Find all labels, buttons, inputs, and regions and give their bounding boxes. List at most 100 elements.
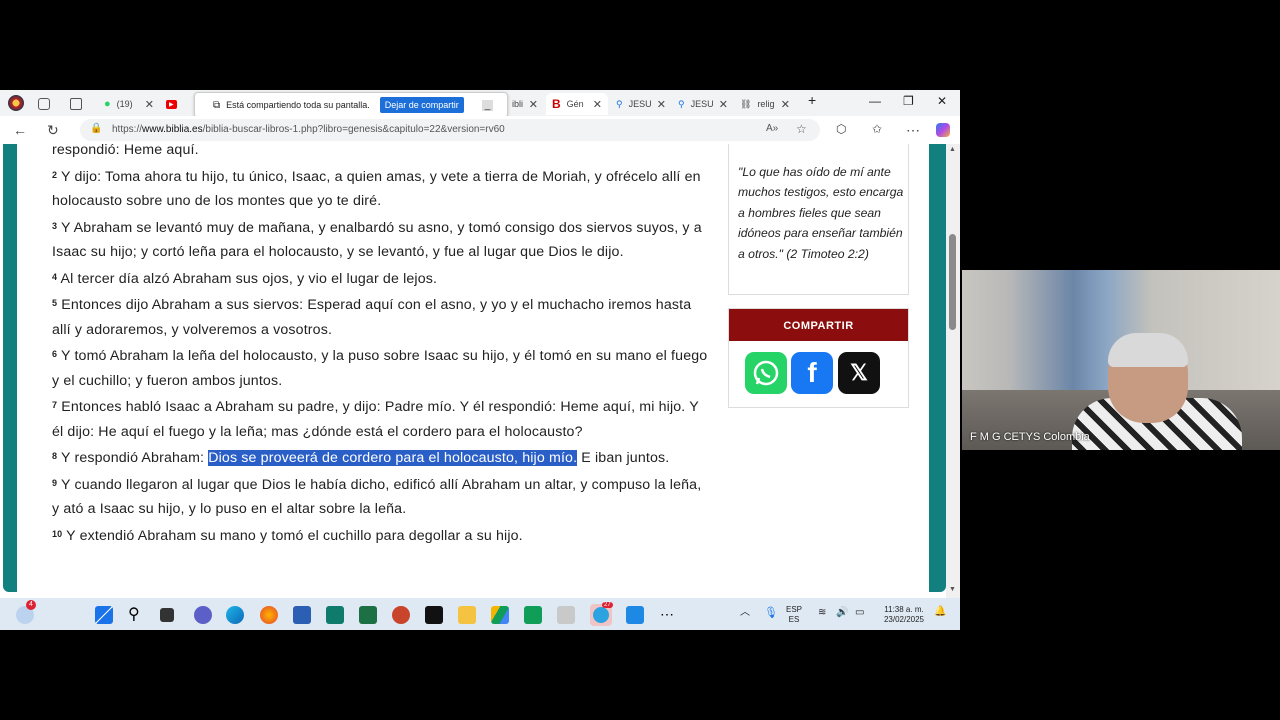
extensions-icon[interactable]: ⬡ xyxy=(836,122,846,136)
capcut-icon[interactable] xyxy=(425,606,443,624)
verse-8: 8 Y respondió Abraham: Dios se proveerá … xyxy=(52,450,670,466)
excel-icon[interactable] xyxy=(359,606,377,624)
whatsapp-share-button[interactable] xyxy=(745,352,787,394)
tab-label: Gén xyxy=(566,99,584,109)
screen-share-bar: ⧉ Está compartiendo toda su pantalla. De… xyxy=(194,92,508,118)
wifi-icon[interactable]: ≋ xyxy=(818,608,826,618)
clock[interactable]: 11:38 a. m. 23/02/2025 xyxy=(878,605,930,625)
close-icon[interactable]: ✕ xyxy=(593,98,602,111)
x-icon: 𝕏 xyxy=(850,360,868,385)
close-icon[interactable]: ✕ xyxy=(781,98,790,111)
close-window-icon[interactable]: ✕ xyxy=(937,94,947,108)
selected-text: Dios se proveerá de cordero para el holo… xyxy=(208,450,578,466)
microphone-icon[interactable]: 🎙 xyxy=(764,608,778,619)
facebook-share-button[interactable]: f xyxy=(791,352,833,394)
close-icon[interactable]: ✕ xyxy=(529,98,538,111)
powerpoint-icon[interactable] xyxy=(392,606,410,624)
teams-icon[interactable] xyxy=(194,606,212,624)
tab-whatsapp[interactable]: ● (19) ✕ xyxy=(98,93,160,115)
tab-religion[interactable]: ⛓ relig ✕ xyxy=(734,93,796,115)
volume-icon[interactable]: 🔊 xyxy=(836,608,848,618)
new-tab-icon[interactable]: + xyxy=(808,92,816,108)
scrollbar-thumb[interactable] xyxy=(949,234,956,330)
tab-actions-icon[interactable] xyxy=(70,98,82,110)
verse: 4 Al tercer día alzó Abraham sus ojos, y… xyxy=(52,270,438,287)
windows-start-icon[interactable] xyxy=(95,606,113,624)
tab-label: ibli xyxy=(512,99,524,109)
participant-hair xyxy=(1108,333,1188,367)
url-field[interactable]: 🔒 https://www.biblia.es/biblia-buscar-li… xyxy=(80,119,820,141)
notification-badge: 4 xyxy=(26,600,36,610)
restore-icon[interactable]: ❐ xyxy=(903,94,914,108)
share-title: COMPARTIR xyxy=(729,309,908,341)
verse: 3 Y Abraham se levantó muy de mañana, y … xyxy=(52,219,702,261)
verse: 10 Y extendió Abraham su mano y tomó el … xyxy=(52,527,523,544)
verse: 9 Y cuando llegaron al lugar que Dios le… xyxy=(52,476,702,518)
facebook-icon: f xyxy=(807,357,817,388)
tab-jesus-1[interactable]: ⚲ JESU ✕ xyxy=(610,93,672,115)
verse: 2 Y dijo: Toma ahora tu hijo, tu único, … xyxy=(52,168,701,210)
close-icon[interactable]: ✕ xyxy=(145,98,154,111)
project-icon[interactable] xyxy=(326,606,344,624)
shared-screen: ● (19) ✕ ▶ ⧉ Está compartiendo toda su p… xyxy=(0,90,960,630)
favorites-icon[interactable]: ✩ xyxy=(872,122,882,136)
workspaces-icon[interactable] xyxy=(38,98,50,110)
whatsapp-icon xyxy=(753,360,779,386)
edge-icon[interactable] xyxy=(226,606,244,624)
google-drive-icon[interactable] xyxy=(491,606,509,624)
windows-taskbar: 4 ⚲ 27 ⋯ ︿ 🎙 ESP ES ≋ 🔊 ▭ 11:38 a. m. 23… xyxy=(0,598,960,630)
tab-biblia-1[interactable]: ibli ✕ xyxy=(506,93,544,115)
right-border xyxy=(929,144,946,592)
file-explorer-icon[interactable] xyxy=(458,606,476,624)
tab-label: JESU xyxy=(690,99,714,109)
stop-sharing-button[interactable]: Dejar de compartir xyxy=(379,97,464,113)
minimize-icon[interactable]: — xyxy=(869,94,881,108)
word-icon[interactable] xyxy=(293,606,311,624)
notifications-bell-icon[interactable]: 🔔 xyxy=(934,607,946,617)
close-icon[interactable]: ✕ xyxy=(657,98,666,111)
chevron-up-icon[interactable]: ︿ xyxy=(740,608,750,618)
share-panel: COMPARTIR f 𝕏 xyxy=(728,308,909,408)
search-icon[interactable]: ⚲ xyxy=(128,606,146,624)
tab-genesis[interactable]: B Gén ✕ xyxy=(546,93,608,115)
telegram-app-slot[interactable]: 27 xyxy=(590,602,613,626)
battery-icon[interactable]: ▭ xyxy=(855,608,864,618)
url-text: https://www.biblia.es/biblia-buscar-libr… xyxy=(112,124,505,135)
bible-quote: "Lo que has oído de mí ante muchos testi… xyxy=(738,165,904,261)
copilot-icon[interactable] xyxy=(936,123,950,137)
telegram-icon xyxy=(593,607,609,623)
task-view-icon[interactable] xyxy=(160,608,174,622)
x-share-button[interactable]: 𝕏 xyxy=(838,352,880,394)
page-scrollbar[interactable]: ▲ ▼ xyxy=(946,144,960,598)
page-icon: ⛓ xyxy=(740,98,752,109)
read-aloud-icon[interactable]: A» xyxy=(766,123,778,134)
tab-label: (19) xyxy=(116,99,133,109)
tab-label: relig xyxy=(757,99,775,109)
tab-youtube[interactable]: ▶ xyxy=(160,93,192,115)
back-icon[interactable]: ← xyxy=(13,122,27,138)
scroll-up-icon[interactable]: ▲ xyxy=(949,146,956,153)
share-screen-icon: ⧉ xyxy=(213,99,221,111)
photos-icon[interactable] xyxy=(557,606,575,624)
scroll-down-icon[interactable]: ▼ xyxy=(949,586,956,593)
whiteboard-icon[interactable] xyxy=(626,606,644,624)
whatsapp-icon: ● xyxy=(104,98,111,110)
search-icon: ⚲ xyxy=(616,98,623,109)
biblia-logo-icon: B xyxy=(552,97,561,111)
minimize-share-bar-icon[interactable]: _ xyxy=(481,99,494,111)
close-icon[interactable]: ✕ xyxy=(719,98,728,111)
firefox-icon[interactable] xyxy=(260,606,278,624)
verse: 5 Entonces dijo Abraham a sus siervos: E… xyxy=(52,297,692,338)
refresh-icon[interactable]: ↻ xyxy=(47,122,59,139)
meet-icon[interactable] xyxy=(524,606,542,624)
more-menu-icon[interactable]: ⋯ xyxy=(906,122,920,139)
verse: 7 Entonces habló Isaac a Abraham su padr… xyxy=(52,399,699,440)
participant-video: F M G CETYS Colombia xyxy=(962,270,1280,450)
favorite-star-icon[interactable]: ☆ xyxy=(796,122,807,136)
profile-avatar-icon[interactable] xyxy=(8,95,24,111)
browser-tab-bar: ● (19) ✕ ▶ ⧉ Está compartiendo toda su p… xyxy=(0,90,960,118)
lock-icon[interactable]: 🔒 xyxy=(90,123,102,134)
more-apps-icon[interactable]: ⋯ xyxy=(660,606,678,624)
tab-jesus-2[interactable]: ⚲ JESU ✕ xyxy=(672,93,734,115)
language-indicator[interactable]: ESP ES xyxy=(786,605,802,625)
